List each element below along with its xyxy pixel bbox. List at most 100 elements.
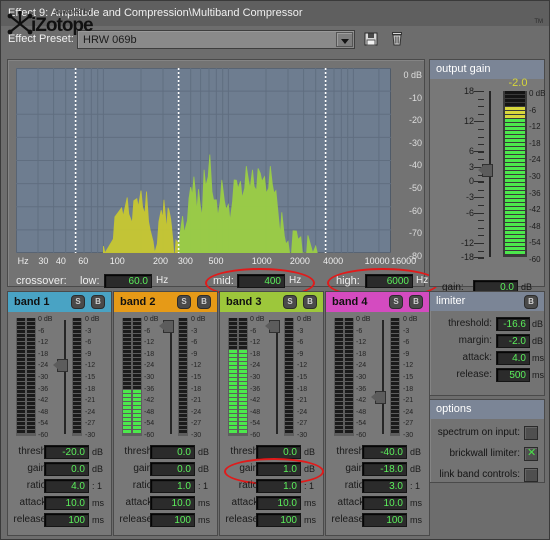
gr-scale-tick: -24 [144, 362, 155, 370]
param-input[interactable]: 0.0 [150, 445, 195, 459]
option-checkbox[interactable] [524, 468, 538, 482]
options-rows: spectrum on input: brickwall limiter: link… [430, 423, 544, 486]
limiter-bypass-button[interactable]: B [524, 295, 538, 309]
band-fader-thumb[interactable] [53, 359, 68, 373]
band-solo-button[interactable]: S [177, 295, 191, 309]
meter-segment [335, 390, 343, 393]
option-checkbox[interactable] [524, 446, 538, 461]
param-input[interactable]: 0.0 [256, 445, 301, 459]
meter-segment [285, 350, 293, 353]
meter-segment [505, 227, 515, 230]
options-row: link band controls: [430, 465, 544, 486]
band-bypass-button[interactable]: B [197, 295, 211, 309]
param-input[interactable]: 10.0 [256, 496, 301, 510]
spectrum-plot [16, 68, 391, 253]
crossover-mid-input[interactable]: 400 [237, 274, 285, 288]
meter-segment [239, 322, 247, 325]
preset-combobox[interactable]: HRW 069b [77, 30, 355, 49]
fader-tick-label: -3 [465, 192, 474, 202]
meter-segment [505, 115, 515, 118]
meter-segment [73, 418, 81, 421]
meter-segment [73, 362, 81, 365]
band-fader-track[interactable] [276, 320, 278, 434]
meter-segment [505, 143, 515, 146]
crossover-high-input[interactable]: 6000 [365, 274, 413, 288]
meter-channel [123, 318, 131, 436]
meter-segment [179, 390, 187, 393]
logo-wordmark: iZotope [31, 15, 94, 36]
meter-segment [505, 191, 515, 194]
output-scale-tick: -18 [191, 385, 202, 393]
meter-segment [335, 318, 343, 321]
param-input[interactable]: 10.0 [44, 496, 89, 510]
output-scale-tick: -24 [191, 408, 202, 416]
param-input[interactable]: 10.0 [362, 496, 407, 510]
meter-segment [17, 374, 25, 377]
band-header: band 3 SB [220, 292, 323, 312]
meter-segment [179, 406, 187, 409]
meter-segment [133, 414, 141, 417]
param-input[interactable]: 100 [44, 513, 89, 527]
band-solo-button[interactable]: S [283, 295, 297, 309]
band-params: thresh: 0.0 dB gain: 0.0 dB ratio: 1.0: 1 attack… [114, 444, 217, 529]
limiter-input[interactable]: -16.6 [496, 317, 530, 331]
band-solo-button[interactable]: S [389, 295, 403, 309]
meter-segment [123, 322, 131, 325]
param-input[interactable]: 10.0 [150, 496, 195, 510]
param-input[interactable]: 4.0 [44, 479, 89, 493]
meter-segment [239, 418, 247, 421]
meter-segment [239, 414, 247, 417]
meter-segment [505, 175, 515, 178]
band-gr-scale: 0 dB -6 -12 -18 -24 -30 -36 -42 -48 -54 -60 [356, 316, 378, 439]
meter-segment [179, 318, 187, 321]
output-fader-thumb[interactable] [478, 164, 493, 177]
gr-scale-tick: -18 [144, 350, 155, 358]
band-fader-track[interactable] [64, 320, 66, 434]
band-bypass-button[interactable]: B [409, 295, 423, 309]
param-input[interactable]: 1.0 [256, 479, 301, 493]
band-solo-button[interactable]: S [71, 295, 85, 309]
band-fader-track[interactable] [382, 320, 384, 434]
param-input[interactable]: 3.0 [362, 479, 407, 493]
param-input[interactable]: 1.0 [150, 479, 195, 493]
param-input[interactable]: -40.0 [362, 445, 407, 459]
fader-tick-label: -6 [465, 208, 474, 218]
meter-segment [123, 366, 131, 369]
limiter-input[interactable]: 4.0 [496, 351, 530, 365]
crossover-low-input[interactable]: 60.0 [104, 274, 152, 288]
fader-tick [474, 197, 484, 198]
param-input[interactable]: -18.0 [362, 462, 407, 476]
meter-segment [123, 318, 131, 321]
band-bypass-button[interactable]: B [303, 295, 317, 309]
band-fader-thumb[interactable] [159, 320, 174, 334]
band-fader-thumb[interactable] [371, 390, 386, 404]
chevron-down-icon[interactable] [336, 32, 353, 47]
output-scale-tick: 0 dB [297, 316, 312, 323]
meter-segment [17, 358, 25, 361]
band-bypass-button[interactable]: B [91, 295, 105, 309]
limiter-input[interactable]: -2.0 [496, 334, 530, 348]
option-checkbox[interactable] [524, 426, 538, 440]
band-title: band 3 [226, 296, 262, 308]
meter-segment [27, 322, 35, 325]
param-input[interactable]: 1.0 [256, 462, 301, 476]
gr-scale-tick: 0 dB [38, 316, 53, 323]
floppy-disk-icon[interactable] [363, 31, 381, 49]
trash-icon[interactable] [389, 31, 407, 49]
spectrum-graph[interactable] [16, 68, 391, 253]
meter-segment [505, 163, 515, 166]
meter-segment [229, 378, 237, 381]
param-input[interactable]: 100 [362, 513, 407, 527]
spectrum-panel: 0 dB -10 -20 -30 -40 -50 -60 -70 -80 Hz 30 40 60 100… [7, 59, 439, 298]
param-input[interactable]: 100 [256, 513, 301, 527]
param-input[interactable]: 0.0 [150, 462, 195, 476]
meter-segment [27, 394, 35, 397]
param-input[interactable]: 0.0 [44, 462, 89, 476]
meter-segment [391, 322, 399, 325]
band-gain-reduction-meter [228, 318, 248, 436]
param-input[interactable]: -20.0 [44, 445, 89, 459]
band-fader-track[interactable] [170, 320, 172, 434]
param-input[interactable]: 100 [150, 513, 195, 527]
limiter-input[interactable]: 500 [496, 368, 530, 382]
band-fader-thumb[interactable] [265, 320, 280, 334]
